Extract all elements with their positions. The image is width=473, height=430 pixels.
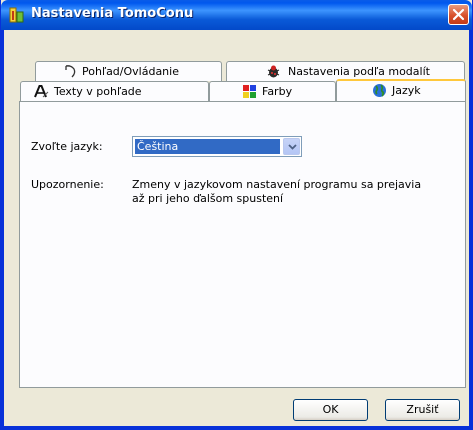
text-icon [33,84,49,99]
close-icon [452,8,465,21]
language-selected-value: Čeština [135,139,280,154]
tab-label: Pohľad/Ovládanie [82,65,179,78]
ok-button[interactable]: OK [293,399,368,421]
tab-modality-settings[interactable]: Nastavenia podľa modalít [226,61,465,81]
cancel-button[interactable]: Zrušiť [385,399,460,421]
tab-texts-in-view[interactable]: Texty v pohľade [20,81,209,101]
language-select[interactable]: Čeština [132,136,302,157]
tab-language[interactable]: Jazyk [336,79,466,101]
palette-icon [242,84,257,99]
language-label: Zvoľte jazyk: [31,140,103,153]
tab-colors[interactable]: Farby [209,81,336,101]
language-panel: Zvoľte jazyk: Čeština Upozornenie: Zmeny… [19,101,466,388]
notice-label: Upozornenie: [31,178,104,191]
tab-label: Nastavenia podľa modalít [288,65,430,78]
notice-text-line1: Zmeny v jazykovom nastavení programu sa … [132,178,422,191]
cursor-icon [63,64,78,79]
settings-dialog: Nastavenia TomoConu Pohľad/Ovládanie Nas… [0,0,473,430]
window-title: Nastavenia TomoConu [31,6,194,21]
app-icon [9,7,25,23]
chevron-down-icon [288,144,297,150]
tab-view-control[interactable]: Pohľad/Ovládanie [35,61,222,81]
notice-text-line2: až pri jeho ďalšom spustení [132,192,284,205]
globe-icon [372,83,387,98]
tab-label: Farby [262,85,293,98]
tab-label: Texty v pohľade [54,85,142,98]
bug-icon [266,64,281,79]
close-button[interactable] [448,4,469,25]
tab-label: Jazyk [392,84,421,97]
dropdown-button[interactable] [283,138,300,155]
title-bar[interactable]: Nastavenia TomoConu [1,0,472,30]
